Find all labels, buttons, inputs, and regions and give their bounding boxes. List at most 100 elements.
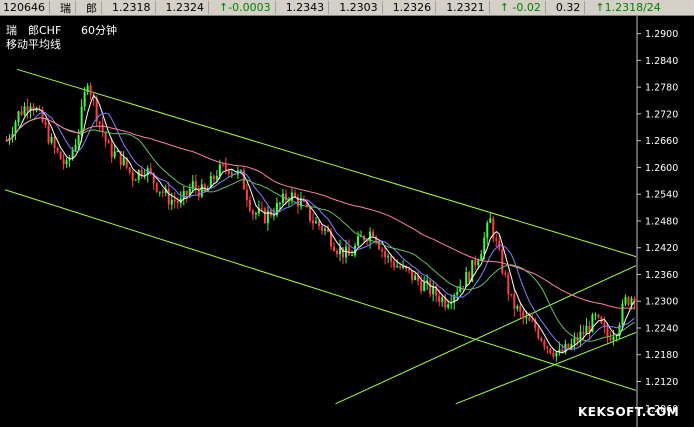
candle-body (53, 136, 56, 148)
quote-field-11: 0.32 (555, 1, 581, 14)
candle-body (351, 255, 354, 257)
candle-body (17, 111, 20, 122)
candle-body (504, 272, 507, 275)
quote-separator (75, 1, 82, 14)
candle-body (465, 272, 468, 287)
candle-body (116, 151, 119, 153)
moving-average-ma10 (6, 111, 635, 351)
candle-body (59, 151, 62, 160)
candle-body (624, 297, 627, 304)
candle-body (278, 202, 281, 204)
candle-body (510, 293, 513, 295)
candle-body (230, 173, 233, 175)
candle-body (98, 121, 101, 124)
indicator-label: 移动平均线 (6, 37, 61, 51)
candle-body (474, 259, 477, 266)
moving-average-ma20 (6, 117, 635, 342)
candle-body (462, 286, 465, 288)
trend-line (455, 331, 637, 405)
y-tick-label: 1.2360 (645, 270, 678, 281)
trend-line (16, 68, 637, 258)
candle-body (393, 261, 396, 268)
y-tick-label: 1.2480 (645, 216, 678, 227)
candle-body (357, 236, 360, 246)
candle-body (501, 249, 504, 273)
candle-body (254, 213, 257, 215)
quote-separator (488, 1, 496, 14)
moving-average-ma60 (6, 117, 635, 309)
plot-layer (4, 68, 637, 405)
y-tick-label: 1.2840 (645, 56, 678, 67)
candle-body (215, 176, 218, 180)
quote-field-8: 1.2326 (392, 1, 432, 14)
candle-body (158, 191, 161, 193)
candle-body (311, 220, 314, 224)
candle-body (155, 182, 158, 192)
candle-body (420, 281, 423, 291)
candle-body (384, 251, 387, 258)
candle-body (423, 282, 426, 291)
candle-body (621, 303, 624, 325)
quote-field-1: 瑞 (60, 1, 71, 15)
candle-body (612, 336, 615, 341)
candle-body (128, 167, 131, 173)
y-tick-label: 1.2660 (645, 136, 678, 147)
candle-body (540, 337, 543, 341)
candle-body (44, 122, 47, 126)
candle-body (86, 85, 89, 93)
quote-field-2: 郎 (86, 1, 97, 15)
y-tick-label: 1.2780 (645, 83, 678, 94)
y-tick-label: 1.2180 (645, 350, 678, 361)
candle-body (552, 353, 555, 357)
candlestick-chart[interactable]: 1.2900 1.2840 1.2780 1.2720 1.2660 1.2600 1.25… (0, 16, 694, 427)
candle-body (399, 266, 402, 268)
y-tick-label: 1.2600 (645, 163, 678, 174)
candle-body (218, 164, 221, 177)
candle-body (336, 250, 339, 255)
candle-body (321, 225, 324, 231)
quote-separator (208, 1, 215, 14)
candle-body (173, 199, 176, 202)
candle-body (224, 164, 227, 170)
candle-body (212, 175, 215, 180)
candle-body (83, 92, 86, 107)
candle-body (387, 256, 390, 258)
quote-field-4: 1.2324 (165, 1, 205, 14)
candle-body (516, 306, 519, 309)
candle-body (567, 343, 570, 349)
candle-body (489, 218, 492, 223)
candle-body (486, 222, 489, 238)
candle-body (248, 199, 251, 211)
candle-body (519, 306, 522, 312)
candle-body (50, 136, 53, 143)
candle-body (26, 106, 29, 111)
candle-body (110, 143, 113, 158)
candle-body (531, 320, 534, 322)
y-tick-label: 1.2300 (645, 297, 678, 308)
candle-body (56, 147, 59, 152)
price-axis: 1.2900 1.2840 1.2780 1.2720 1.2660 1.2600 1.25… (636, 16, 678, 427)
candle-body (546, 346, 549, 349)
quote-separator (435, 1, 442, 14)
candle-body (555, 352, 558, 357)
candle-body (245, 189, 248, 200)
quote-bar: 120646 瑞 郎 1.2318 1.2324 ↑-0.0003 1.2343 1.2303… (0, 0, 694, 16)
candle-body (606, 327, 609, 338)
candle-body (89, 85, 92, 95)
candle-body (74, 144, 77, 151)
quote-separator (274, 1, 282, 14)
candle-body (239, 170, 242, 172)
candle-body (414, 275, 417, 281)
candle-body (77, 135, 80, 145)
chart-area[interactable]: 1.2900 1.2840 1.2780 1.2720 1.2660 1.2600 1.25… (0, 16, 694, 427)
candle-body (176, 201, 179, 204)
candle-body (483, 237, 486, 255)
candle-body (134, 179, 137, 181)
candle-body (381, 249, 384, 252)
y-tick-label: 1.2900 (645, 29, 678, 40)
candle-body (525, 317, 528, 319)
y-tick-label: 1.2120 (645, 377, 678, 388)
candle-body (495, 238, 498, 241)
candle-body (272, 215, 275, 217)
quote-separator (101, 1, 108, 14)
